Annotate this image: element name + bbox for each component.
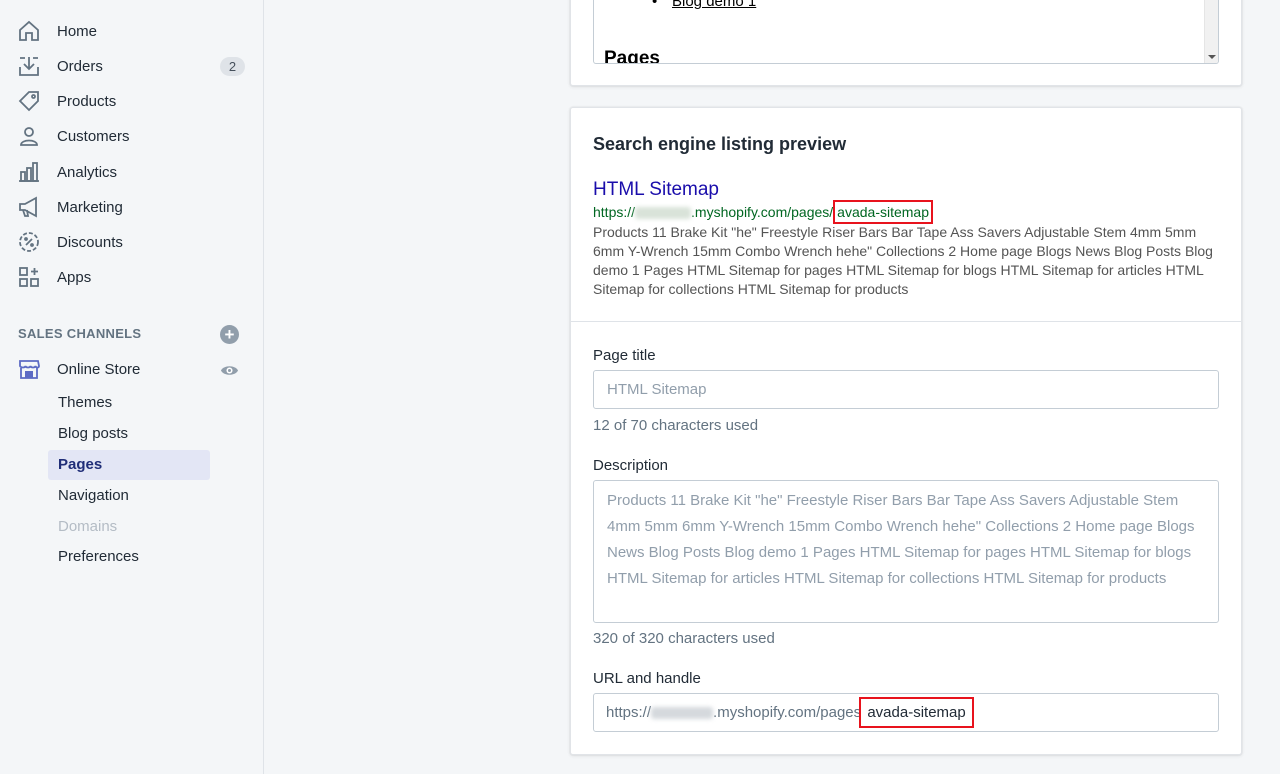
page-title-char-count: 12 of 70 characters used <box>593 417 759 434</box>
page-title-label: Page title <box>593 347 656 364</box>
bar-chart-icon <box>17 160 41 184</box>
serp-url-prefix: https:// <box>593 204 636 220</box>
serp-preview-description: Products 11 Brake Kit "he" Freestyle Ris… <box>593 224 1213 297</box>
store-icon <box>17 357 41 381</box>
divider <box>571 321 1241 322</box>
home-icon <box>17 19 41 43</box>
sidebar-item-discounts[interactable]: Discounts <box>0 225 264 259</box>
discount-icon <box>17 230 41 254</box>
description-textarea[interactable]: Products 11 Brake Kit "he" Freestyle Ris… <box>593 480 1219 623</box>
sidebar-item-label: Online Store <box>57 360 141 378</box>
seo-card: Search engine listing preview HTML Sitem… <box>570 107 1242 755</box>
sidebar-subitem-blog-posts[interactable]: Blog posts <box>48 419 210 449</box>
orders-icon <box>17 54 41 78</box>
add-sales-channel-icon[interactable]: + <box>220 325 239 344</box>
sidebar-item-label: Products <box>57 92 117 110</box>
blurred-store-name <box>651 706 714 719</box>
url-handle-label: URL and handle <box>593 670 701 687</box>
sidebar-item-analytics[interactable]: Analytics <box>0 155 264 189</box>
blog-demo-link[interactable]: Blog demo 1 <box>672 0 756 10</box>
sidebar-item-label: Apps <box>57 268 92 286</box>
blurred-store-name <box>635 207 692 220</box>
sidebar-subitem-themes[interactable]: Themes <box>48 388 210 418</box>
scroll-down-arrow-icon[interactable] <box>1208 55 1216 59</box>
url-field-domain: .myshopify.com/pages/ <box>713 704 866 721</box>
sidebar-item-customers[interactable]: Customers <box>0 119 264 153</box>
sidebar-item-products[interactable]: Products <box>0 84 264 118</box>
serp-preview-title[interactable]: HTML Sitemap <box>593 179 719 201</box>
sidebar-subitem-domains: Domains <box>58 518 118 535</box>
serp-url-domain: .myshopify.com/pages/ <box>691 204 834 220</box>
page-title-input[interactable]: HTML Sitemap <box>593 370 1219 409</box>
editor-scrollbar[interactable] <box>1204 0 1218 63</box>
serp-url-handle: avada-sitemap <box>833 200 933 224</box>
sidebar-subitem-navigation[interactable]: Navigation <box>48 481 210 511</box>
sidebar: Home Orders 2 Products Customers Analyti… <box>0 0 264 774</box>
sidebar-subitem-pages[interactable]: Pages <box>48 450 210 480</box>
url-handle-field[interactable]: https:// .myshopify.com/pages/ avada-site… <box>593 693 1219 732</box>
apps-icon <box>17 265 41 289</box>
sidebar-subitem-preferences[interactable]: Preferences <box>48 542 210 572</box>
content-editor-preview[interactable]: • Blog demo 1 Pages <box>593 0 1219 64</box>
url-handle-input[interactable]: avada-sitemap <box>859 697 974 728</box>
sales-channels-heading: SALES CHANNELS <box>18 326 142 341</box>
bullet-icon: • <box>652 0 658 10</box>
sidebar-item-label: Marketing <box>57 198 123 216</box>
sidebar-item-orders[interactable]: Orders 2 <box>0 49 264 83</box>
sidebar-item-label: Analytics <box>57 163 118 181</box>
description-label: Description <box>593 457 669 474</box>
content-card: • Blog demo 1 Pages <box>570 0 1242 86</box>
seo-section-title: Search engine listing preview <box>593 134 847 154</box>
sidebar-item-label: Orders <box>57 57 103 75</box>
sidebar-item-apps[interactable]: Apps <box>0 260 264 294</box>
url-field-prefix: https:// <box>606 704 652 721</box>
tag-icon <box>17 89 41 113</box>
description-char-count: 320 of 320 characters used <box>593 630 775 647</box>
person-icon <box>17 124 41 148</box>
view-online-store-eye-icon[interactable] <box>220 361 239 380</box>
sidebar-item-label: Discounts <box>57 233 123 251</box>
sidebar-item-home[interactable]: Home <box>0 14 264 48</box>
pages-heading: Pages <box>604 48 660 64</box>
sidebar-item-label: Customers <box>57 127 130 145</box>
orders-count-badge: 2 <box>220 57 245 76</box>
serp-preview-url: https:// .myshopify.com/pages/avada-sitem… <box>593 200 933 224</box>
sidebar-item-marketing[interactable]: Marketing <box>0 190 264 224</box>
sidebar-item-label: Home <box>57 22 98 40</box>
megaphone-icon <box>17 195 41 219</box>
